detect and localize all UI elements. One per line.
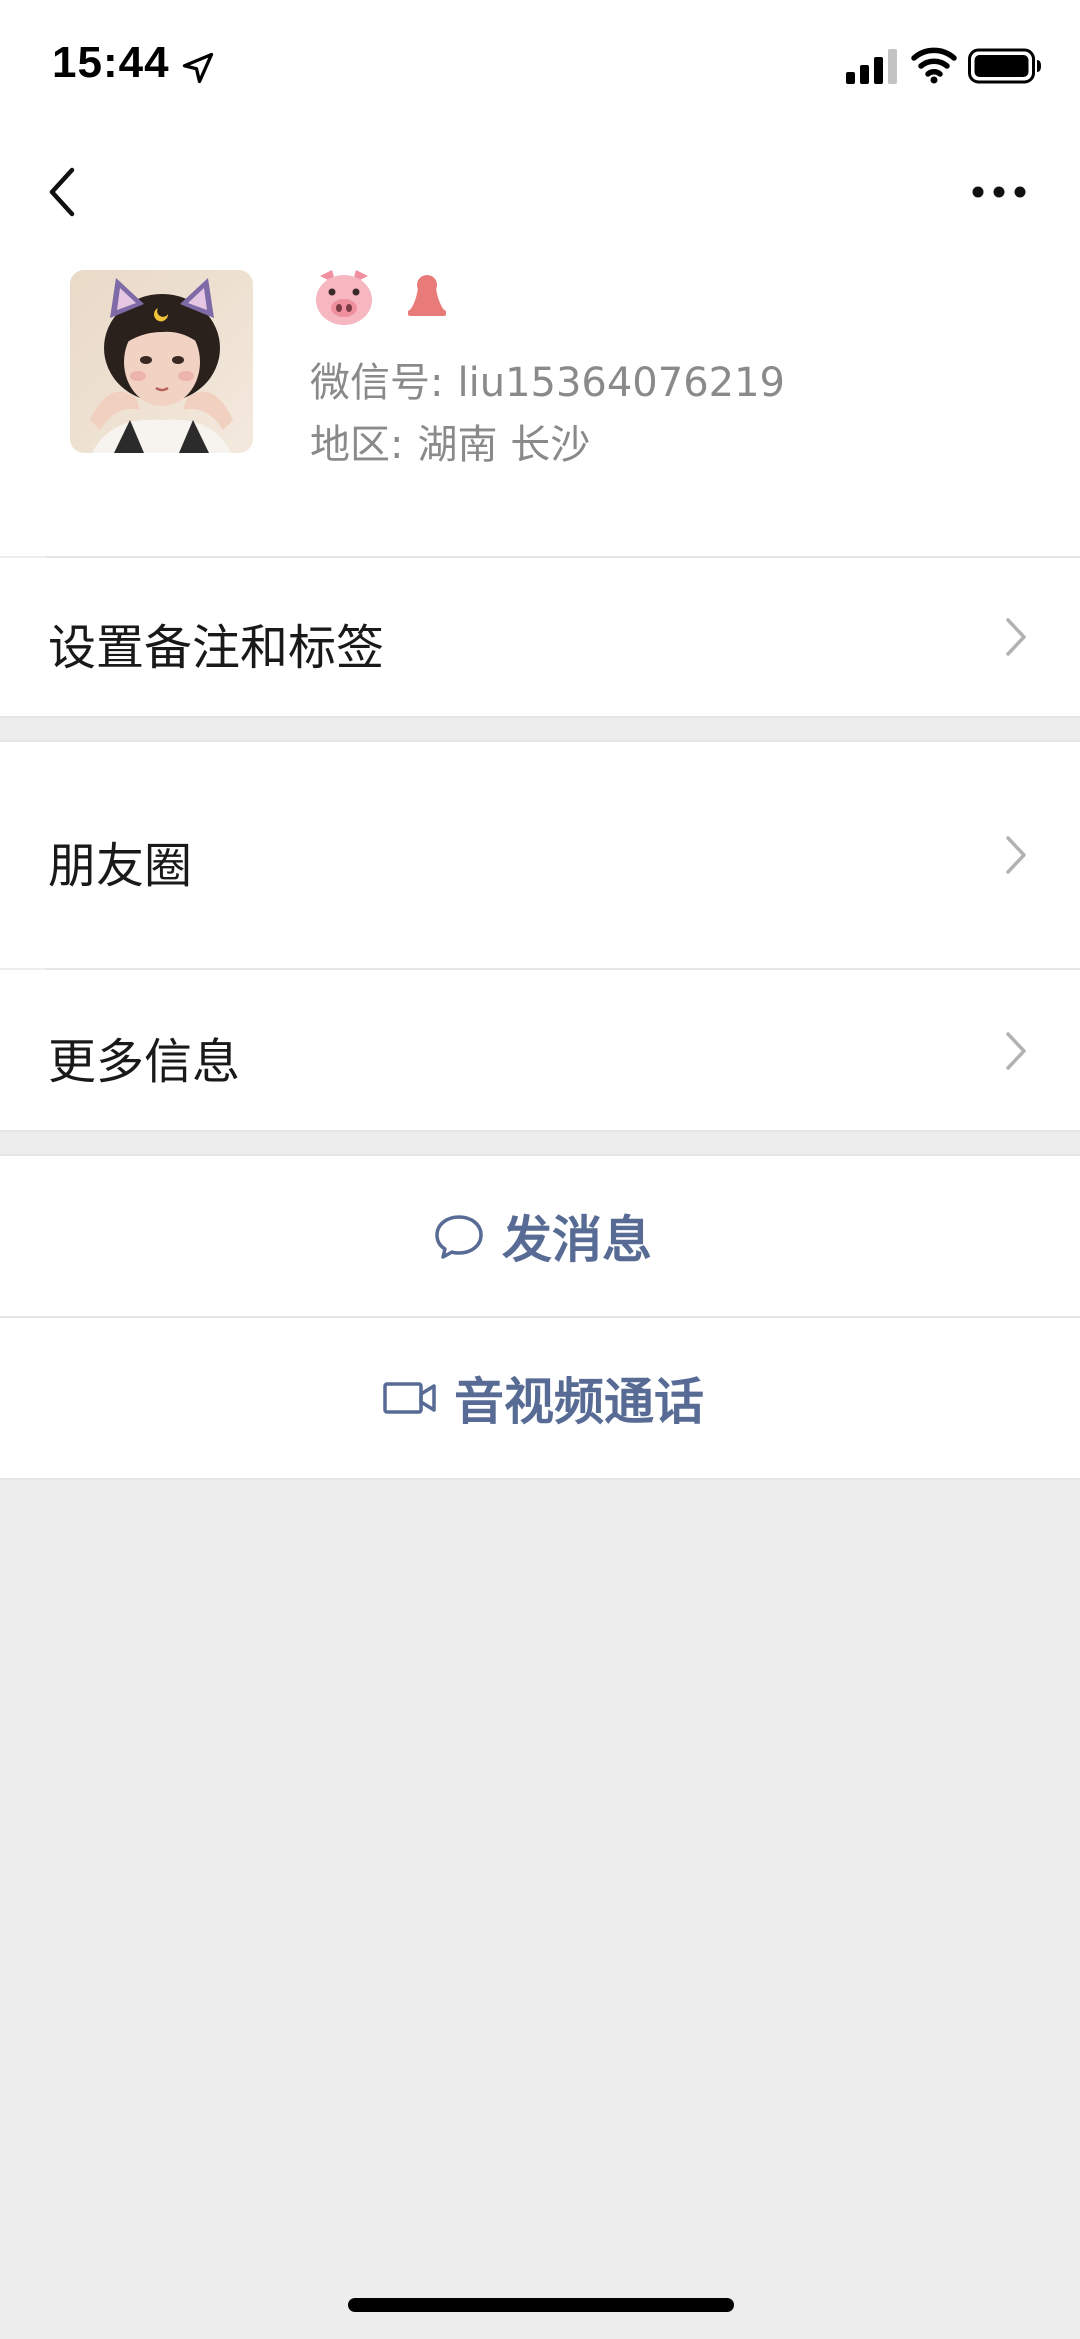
pig-emoji-icon [316, 270, 372, 325]
section-divider [0, 716, 1080, 718]
video-call-label: 音视频通话 [454, 1373, 704, 1431]
nav-bar [0, 130, 1080, 250]
moments-label: 朋友圈 [48, 838, 193, 894]
profile-header: 微信号: liu15364076219 地区: 湖南 长沙 [0, 250, 1080, 556]
chat-bubble-icon [435, 1215, 483, 1259]
video-call-button[interactable]: 音视频通话 [0, 1318, 1080, 1478]
wifi-icon [911, 47, 957, 84]
wechat-id-label: 微信号: [310, 360, 444, 406]
signal-icon [846, 49, 897, 84]
location-arrow-icon [182, 52, 214, 84]
send-message-button[interactable]: 发消息 [0, 1156, 1080, 1316]
moments-cell[interactable]: 朋友圈 [0, 742, 1080, 968]
avatar[interactable] [70, 270, 253, 453]
region-value: 湖南 长沙 [417, 422, 591, 468]
battery-icon [968, 48, 1041, 84]
video-camera-icon [383, 1382, 436, 1414]
remark-tags-cell[interactable]: 设置备注和标签 [0, 558, 1080, 716]
female-gender-icon [408, 275, 446, 316]
divider [0, 1478, 1080, 1480]
more-info-cell[interactable]: 更多信息 [0, 970, 1080, 1130]
chevron-right-icon [1006, 836, 1026, 874]
wechat-id-row: 微信号: liu15364076219 [310, 350, 785, 408]
wechat-id-value: liu15364076219 [457, 360, 786, 406]
region-row: 地区: 湖南 长沙 [310, 412, 590, 470]
region-label: 地区: [310, 422, 404, 468]
home-indicator[interactable] [348, 2298, 734, 2312]
chevron-right-icon [1006, 1032, 1026, 1070]
more-info-label: 更多信息 [48, 1034, 241, 1090]
contact-profile-screen: 15:44 微信号: liu15364076219 地区: 湖南 长沙 设置备注… [0, 0, 1080, 2339]
remark-tags-label: 设置备注和标签 [48, 620, 385, 676]
send-message-label: 发消息 [502, 1211, 652, 1269]
status-time: 15:44 [52, 38, 170, 87]
status-bar: 15:44 [0, 0, 1080, 130]
back-chevron-icon[interactable] [36, 160, 92, 224]
section-divider [0, 1130, 1080, 1132]
chevron-right-icon [1006, 618, 1026, 656]
more-dots-icon[interactable] [964, 170, 1034, 214]
